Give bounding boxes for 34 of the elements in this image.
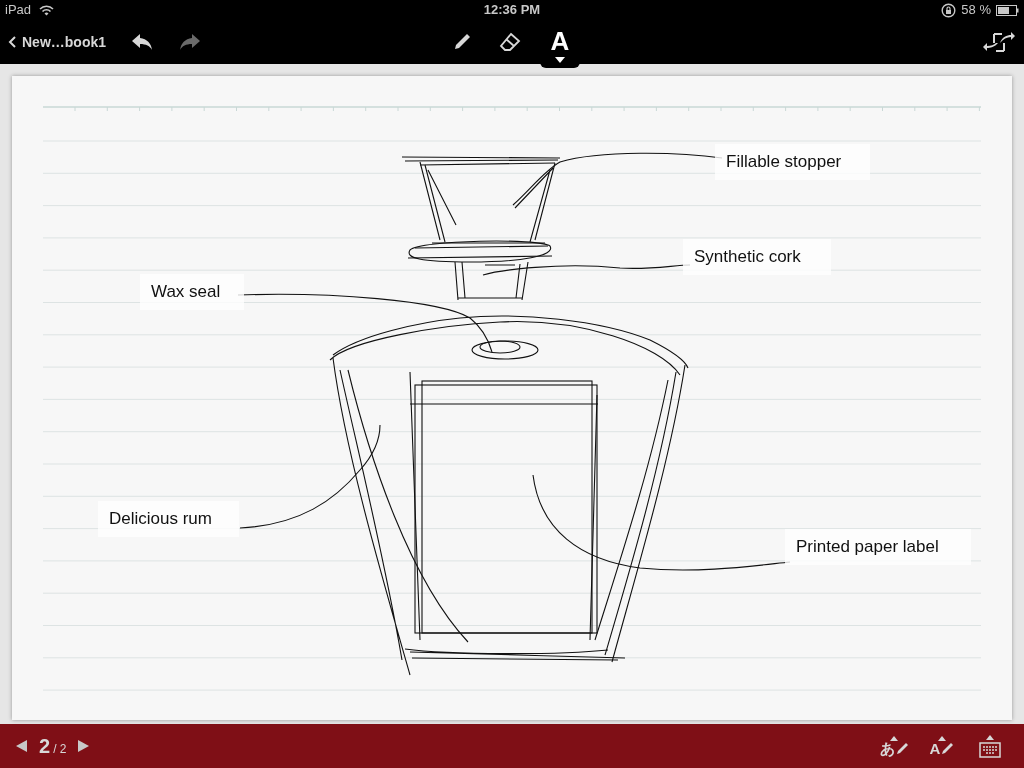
battery-label: 58 % — [961, 1, 991, 20]
annotation-text[interactable]: Wax seal — [140, 274, 244, 310]
undo-button[interactable] — [130, 32, 154, 52]
share-icon — [982, 29, 1016, 55]
chevron-left-icon — [8, 36, 18, 48]
eraser-icon — [499, 32, 521, 52]
annotation-text[interactable]: Printed paper label — [785, 529, 971, 565]
annotation-text[interactable]: Synthetic cork — [683, 239, 831, 275]
share-button[interactable] — [982, 29, 1016, 55]
annotation-text[interactable]: Fillable stopper — [715, 144, 870, 180]
battery-icon — [996, 4, 1019, 16]
current-page-number: 2 — [39, 734, 51, 759]
redo-icon — [178, 32, 202, 52]
wifi-icon — [39, 4, 55, 16]
clock-label: 12:36 PM — [483, 1, 541, 20]
page-total: / 2 — [53, 741, 67, 758]
pencil-icon — [940, 742, 955, 756]
caret-up-icon — [890, 736, 898, 741]
pencil-icon — [452, 32, 472, 52]
redo-button[interactable] — [178, 32, 202, 52]
next-page-button[interactable] — [78, 740, 90, 752]
pencil-icon — [894, 742, 909, 756]
caret-up-icon — [938, 736, 946, 741]
caret-icon — [555, 57, 565, 63]
back-button[interactable]: New…book1 — [8, 31, 106, 53]
caret-up-icon — [986, 734, 994, 740]
handwriting-input-button[interactable]: A — [924, 736, 960, 756]
handwriting-input-button[interactable]: あ — [876, 736, 912, 756]
carrier-label: iPad — [5, 1, 32, 20]
undo-icon — [130, 32, 154, 52]
annotation-text[interactable]: Delicious rum — [98, 501, 239, 537]
previous-page-button[interactable] — [16, 740, 27, 752]
rotation-lock-icon — [941, 2, 957, 18]
keyboard-icon — [979, 741, 1001, 758]
